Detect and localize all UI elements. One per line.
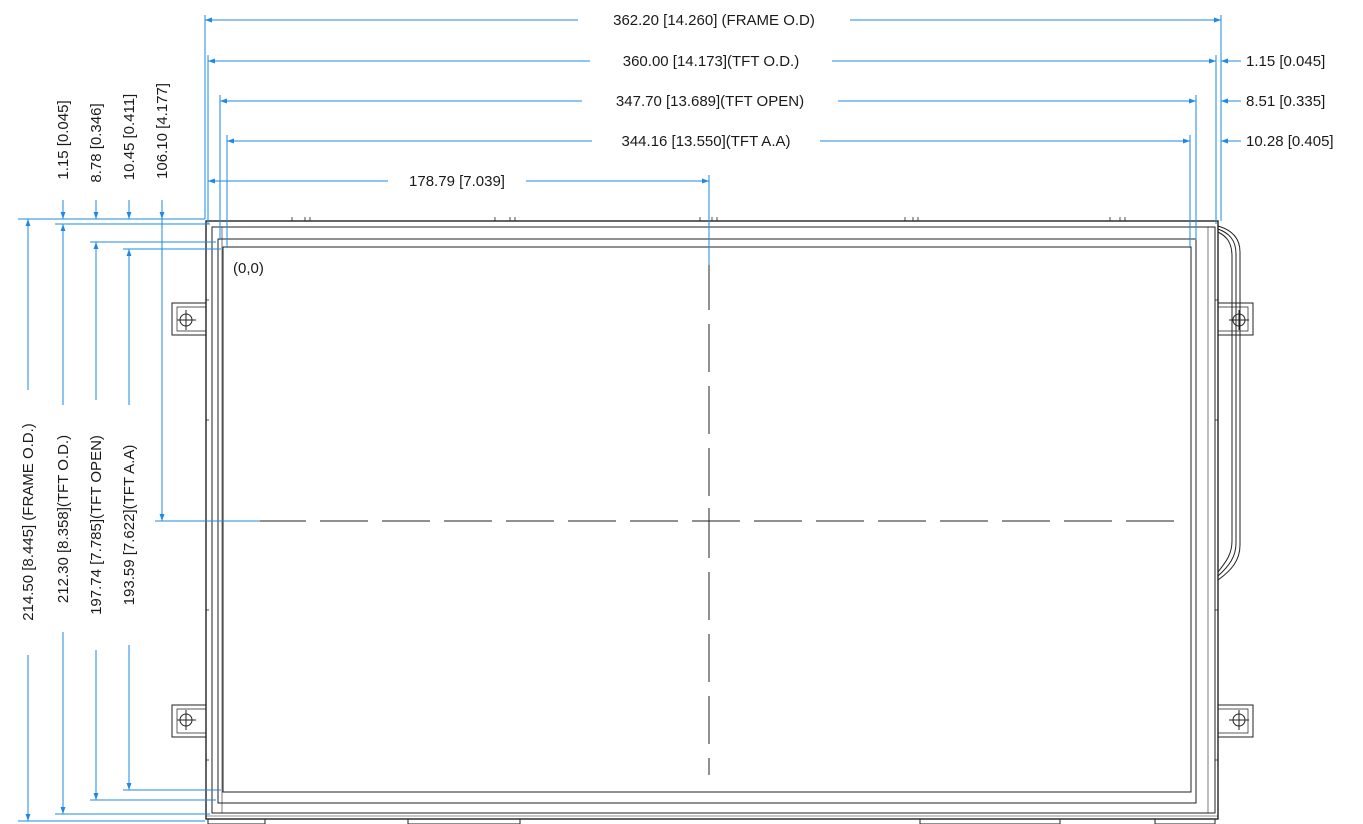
vertical-dimensions: 214.50 [8.445] (FRAME O.D.) 212.30 [8.35…	[18, 83, 260, 822]
origin-label: (0,0)	[233, 260, 264, 277]
dim-height-tft-od: 212.30 [8.358](TFT O.D.)	[55, 435, 72, 603]
dim-center-x: 178.79 [7.039]	[409, 173, 505, 190]
bottom-frame-tabs	[207, 819, 1216, 824]
dim-top-offset-open: 8.78 [0.346]	[88, 103, 105, 182]
dim-width-tft-od: 360.00 [14.173](TFT O.D.)	[623, 53, 799, 70]
dim-right-offset-open: 8.51 [0.335]	[1246, 93, 1325, 110]
module-outline: (0,0)	[171, 217, 1254, 824]
dim-height-frame-od: 214.50 [8.445] (FRAME O.D.)	[20, 423, 37, 621]
dim-center-y: 106.10 [4.177]	[154, 83, 171, 179]
dim-top-offset-od: 1.15 [0.045]	[55, 100, 72, 179]
flex-cable	[1217, 225, 1241, 581]
mounting-ear-bottom-left	[171, 704, 206, 738]
mounting-ear-top-left	[171, 302, 206, 336]
tft-outer-edge	[211, 226, 1216, 814]
dim-height-tft-aa: 193.59 [7.622](TFT A.A)	[121, 445, 138, 606]
dim-right-offset-od: 1.15 [0.045]	[1246, 53, 1325, 70]
dim-width-tft-aa: 344.16 [13.550](TFT A.A)	[622, 133, 791, 150]
dim-width-tft-open: 347.70 [13.689](TFT OPEN)	[616, 93, 804, 110]
dim-right-offset-aa: 10.28 [0.405]	[1246, 133, 1334, 150]
dim-top-offset-aa: 10.45 [0.411]	[121, 94, 138, 180]
active-area-edge	[222, 246, 1192, 793]
lcd-mechanical-drawing: (0,0) 362.20 [14.260] (FRAME O.D) 360.00…	[18, 12, 1334, 824]
dim-height-tft-open: 197.74 [7.785](TFT OPEN)	[88, 435, 105, 615]
dim-width-frame-od: 362.20 [14.260] (FRAME O.D)	[613, 12, 815, 29]
frame-outer-edge	[205, 220, 1219, 820]
mounting-ear-bottom-right	[1218, 704, 1254, 738]
left-frame-ticks	[206, 299, 1218, 761]
